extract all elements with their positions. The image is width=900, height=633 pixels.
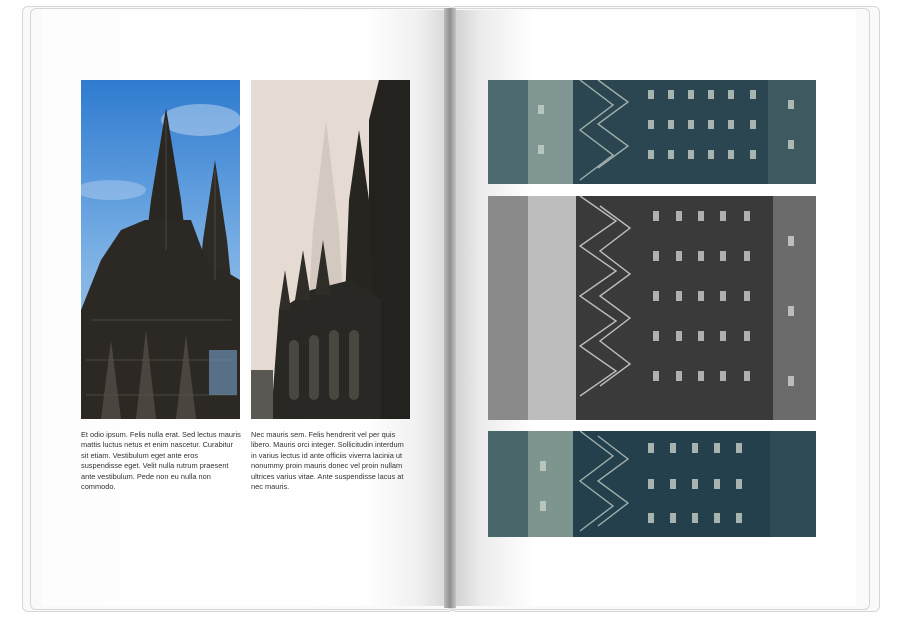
fire-escape-photo-top xyxy=(488,80,816,184)
fire-escape-photo-middle xyxy=(488,196,816,420)
fire-escape-photo-bottom xyxy=(488,431,816,537)
photo-book: Et odio ipsum. Felis nulla erat. Sed lec… xyxy=(0,0,900,633)
book-gutter xyxy=(444,8,456,608)
right-photo-caption: Nec mauris sem. Felis hendrerit vel per … xyxy=(251,430,404,492)
left-photo-caption: Et odio ipsum. Felis nulla erat. Sed lec… xyxy=(81,430,241,492)
foggy-gothic-photo xyxy=(251,80,410,419)
left-page: Et odio ipsum. Felis nulla erat. Sed lec… xyxy=(42,10,447,606)
cathedral-photo xyxy=(81,80,240,419)
right-page xyxy=(453,10,856,606)
